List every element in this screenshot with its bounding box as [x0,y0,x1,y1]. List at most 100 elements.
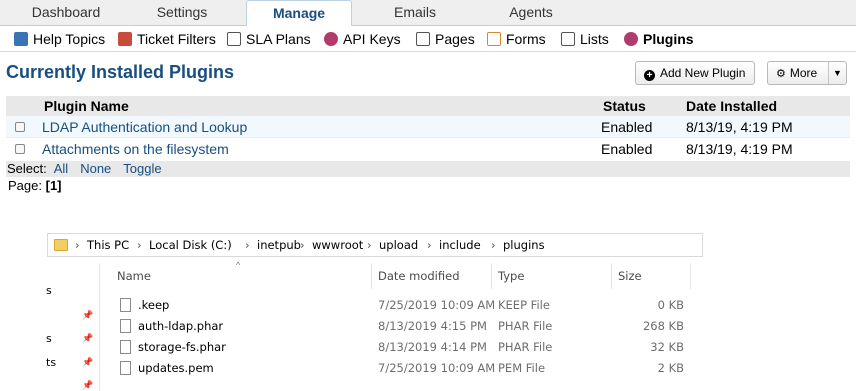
chevron-right-icon: › [491,238,496,252]
form-icon [487,32,501,46]
file-name: .keep [138,298,170,312]
pin-icon: 📌 [82,334,94,344]
column-divider [690,263,691,289]
plugin-date: 8/13/19, 4:19 PM [686,141,793,157]
breadcrumb-item[interactable]: wwwroot [312,234,363,256]
plugin-status: Enabled [601,119,653,135]
select-label: Select: [7,161,47,176]
document-icon [227,32,241,46]
pin-icon: 📌 [82,311,94,321]
row-checkbox[interactable] [15,122,25,132]
breadcrumb-item[interactable]: Local Disk (C:) [149,234,232,256]
file-type: KEEP File [498,298,550,312]
file-modified: 8/13/2019 4:14 PM [378,340,487,354]
column-type[interactable]: Type [498,263,524,289]
column-name[interactable]: Name [117,263,151,289]
sub-navigation: Help Topics Ticket Filters SLA Plans API… [0,26,856,52]
file-size: 0 KB [657,298,684,312]
subnav-plugins[interactable]: Plugins [624,30,694,48]
file-type: PHAR File [498,319,553,333]
chevron-right-icon: › [367,238,372,252]
file-name: updates.pem [138,361,214,375]
header-status: Status [603,98,646,114]
page-title: Currently Installed Plugins [6,62,235,82]
file-name: storage-fs.phar [138,340,226,354]
plus-icon: + [644,70,655,81]
table-row: Attachments on the filesystem Enabled 8/… [6,138,850,160]
file-type: PHAR File [498,340,553,354]
column-size[interactable]: Size [618,263,642,289]
chevron-right-icon: › [245,238,250,252]
chevron-right-icon: › [75,238,80,252]
subnav-help-topics[interactable]: Help Topics [14,30,105,48]
subnav-forms[interactable]: Forms [487,30,546,48]
file-icon [120,361,131,375]
select-none-link[interactable]: None [80,161,111,176]
file-row[interactable]: storage-fs.phar 8/13/2019 4:14 PM PHAR F… [100,337,700,358]
tab-dashboard[interactable]: Dashboard [0,0,132,26]
file-modified: 7/25/2019 10:09 AM [378,361,496,375]
plugin-link[interactable]: LDAP Authentication and Lookup [42,116,247,138]
subnav-ticket-filters[interactable]: Ticket Filters [118,30,216,48]
current-page[interactable]: [1] [46,178,62,193]
tab-settings[interactable]: Settings [116,0,248,26]
breadcrumb-item[interactable]: inetpub [257,234,301,256]
row-checkbox[interactable] [15,144,25,154]
chevron-down-icon: ▼ [828,62,846,84]
subnav-api-keys[interactable]: API Keys [324,30,401,48]
nav-item[interactable]: s [46,284,52,297]
file-size: 268 KB [642,319,684,333]
plugin-icon [624,32,638,46]
file-name: auth-ldap.phar [138,319,224,333]
tab-manage[interactable]: Manage [246,0,352,27]
add-new-plugin-button[interactable]: + Add New Plugin [635,61,755,85]
address-bar[interactable]: › This PC › Local Disk (C:) › inetpub › … [47,233,703,257]
chevron-right-icon: › [427,238,432,252]
file-row[interactable]: updates.pem 7/25/2019 10:09 AM PEM File … [100,358,700,379]
nav-item[interactable]: ts [46,356,56,369]
more-button[interactable]: ⚙ More ▼ [767,61,847,85]
select-toggle-link[interactable]: Toggle [123,161,161,176]
pager: Page: [1] [8,178,62,193]
book-icon [14,32,28,46]
tab-agents[interactable]: Agents [466,0,596,26]
tab-emails[interactable]: Emails [350,0,480,26]
sort-caret-icon: ^ [236,260,241,270]
table-header: Plugin Name Status Date Installed [6,96,850,116]
plugin-link[interactable]: Attachments on the filesystem [42,138,229,160]
select-bar: Select: All None Toggle [6,161,850,177]
column-date-modified[interactable]: Date modified [378,263,460,289]
nav-item[interactable]: s [46,332,52,345]
keys-icon [324,32,338,46]
top-tab-bar: Dashboard Settings Manage Emails Agents [0,0,856,27]
file-icon [120,319,131,333]
file-modified: 7/25/2019 10:09 AM [378,298,496,312]
subnav-lists[interactable]: Lists [561,30,609,48]
subnav-pages[interactable]: Pages [416,30,475,48]
column-divider [491,263,492,289]
chevron-right-icon: › [137,238,142,252]
breadcrumb-item[interactable]: plugins [503,234,545,256]
header-plugin-name: Plugin Name [44,98,129,114]
plugin-status: Enabled [601,141,653,157]
column-divider [611,263,612,289]
pin-icon: 📌 [82,381,94,391]
file-row[interactable]: .keep 7/25/2019 10:09 AM KEEP File 0 KB [100,295,700,316]
file-row[interactable]: auth-ldap.phar 8/13/2019 4:15 PM PHAR Fi… [100,316,700,337]
folder-icon [54,239,68,251]
breadcrumb-item[interactable]: This PC [87,234,129,256]
pin-icon: 📌 [82,358,94,368]
header-date-installed: Date Installed [686,98,778,114]
file-icon [120,340,131,354]
breadcrumb-item[interactable]: include [439,234,481,256]
gear-icon: ⚙ [776,68,786,80]
file-icon [120,298,131,312]
breadcrumb-item[interactable]: upload [379,234,418,256]
select-all-link[interactable]: All [54,161,68,176]
plugin-date: 8/13/19, 4:19 PM [686,119,793,135]
navigation-pane: s 📌 s 📌 ts 📌 📌 [40,263,100,391]
filter-icon [118,32,132,46]
file-size: 2 KB [657,361,684,375]
file-modified: 8/13/2019 4:15 PM [378,319,487,333]
subnav-sla-plans[interactable]: SLA Plans [227,30,311,48]
